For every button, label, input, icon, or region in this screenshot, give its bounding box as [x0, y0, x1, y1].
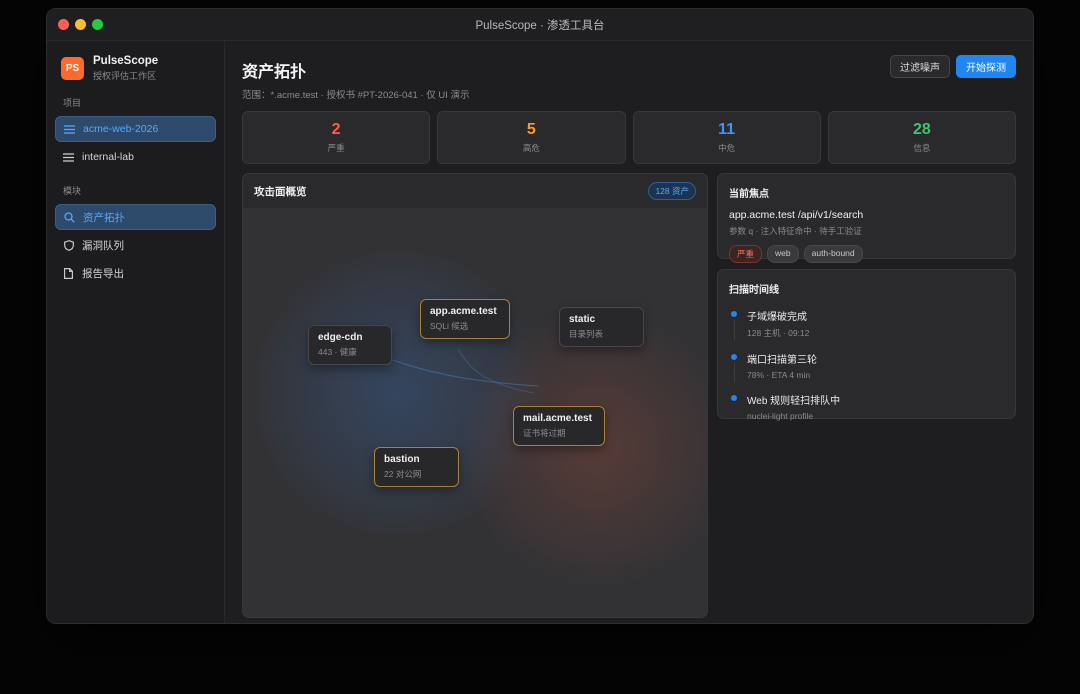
- stat-critical[interactable]: 2 严重: [242, 111, 431, 164]
- stat-high[interactable]: 5 高危: [437, 111, 626, 164]
- node-name: bastion: [384, 454, 420, 465]
- timeline-dot-icon: [731, 395, 737, 401]
- severity-stats: 2 严重 5 高危 11 中危 28 信息: [242, 111, 1016, 164]
- stat-label: 高危: [522, 143, 540, 153]
- app-window: PulseScope · 渗透工具台 PS PulseScope 授权评估工作区…: [46, 8, 1034, 624]
- sidebar-item-vuln-queue[interactable]: 漏洞队列: [55, 232, 216, 258]
- start-probe-button[interactable]: 开始探测: [956, 55, 1016, 78]
- node-status: 22 对公网: [384, 469, 422, 479]
- panel-header: 攻击面概览 128 资产: [243, 174, 707, 208]
- attack-surface-panel: 攻击面概览 128 资产 edge-cdn 443 · 健康 app.acme.…: [242, 173, 708, 618]
- timeline-connector: [733, 320, 735, 340]
- window-title: PulseScope · 渗透工具台: [475, 19, 605, 32]
- projects-section-label: 项目: [63, 98, 82, 108]
- modules-section-label: 模块: [63, 186, 82, 196]
- close-window-button[interactable]: [58, 19, 69, 30]
- stat-value: 5: [526, 121, 536, 138]
- tag-critical[interactable]: 严重: [729, 245, 763, 263]
- timeline-item: Web 规则轻扫排队中 nuclei-light profile: [729, 392, 1004, 421]
- timeline-item-title: Web 规则轻扫排队中: [747, 396, 841, 407]
- tag-web[interactable]: web: [767, 245, 799, 263]
- focus-target[interactable]: app.acme.test /api/v1/search: [729, 209, 1004, 221]
- topology-links: [392, 347, 539, 394]
- stat-label: 信息: [913, 143, 931, 153]
- sidebar: PS PulseScope 授权评估工作区 项目 acme-web-2026 i…: [47, 41, 225, 623]
- timeline-item: 子域爆破完成 128 主机 · 09:12: [729, 308, 1004, 340]
- scan-timeline-panel: 扫描时间线 子域爆破完成 128 主机 · 09:12 端口扫描第三轮 78% …: [717, 269, 1016, 421]
- node-edge-cdn[interactable]: edge-cdn 443 · 健康: [308, 325, 392, 365]
- current-focus-panel: 当前焦点 app.acme.test /api/v1/search 参数 q ·…: [717, 173, 1016, 263]
- search-icon: [64, 211, 75, 223]
- brand-logo: PS: [61, 57, 84, 80]
- list-icon: [64, 124, 75, 135]
- panel-title: 攻击面概览: [254, 185, 307, 198]
- brand-subtitle: 授权评估工作区: [93, 71, 157, 81]
- stat-label: 中危: [718, 143, 736, 153]
- node-status: 目录列表: [569, 329, 604, 339]
- list-icon: [63, 152, 74, 163]
- node-bastion[interactable]: bastion 22 对公网: [374, 447, 459, 487]
- sidebar-item-label: 报告导出: [82, 267, 124, 280]
- panel-title: 当前焦点: [729, 189, 769, 200]
- stat-label: 严重: [327, 143, 345, 153]
- topology-canvas[interactable]: edge-cdn 443 · 健康 app.acme.test SQLi 候选 …: [243, 208, 707, 617]
- brand: PS PulseScope 授权评估工作区: [61, 55, 216, 82]
- sidebar-item-label: acme-web-2026: [83, 123, 159, 135]
- timeline-item: 端口扫描第三轮 78% · ETA 4 min: [729, 351, 1004, 383]
- focus-description: 参数 q · 注入特征命中 · 待手工验证: [729, 226, 862, 236]
- sidebar-item-acme-web-2026[interactable]: acme-web-2026: [55, 116, 216, 142]
- node-name: mail.acme.test: [523, 413, 592, 424]
- focus-tags: 严重 web auth-bound: [729, 245, 1004, 263]
- sidebar-item-label: 漏洞队列: [82, 239, 124, 252]
- brand-name: PulseScope: [93, 55, 159, 67]
- node-static[interactable]: static 目录列表: [559, 307, 644, 347]
- scope-text: 范围：*.acme.test · 授权书 #PT-2026-041 · 仅 UI…: [242, 90, 470, 101]
- timeline-dot-icon: [731, 354, 737, 360]
- zoom-window-button[interactable]: [92, 19, 103, 30]
- main-content: 资产拓扑 范围：*.acme.test · 授权书 #PT-2026-041 ·…: [225, 41, 1033, 623]
- timeline-item-detail: nuclei-light profile: [747, 411, 814, 421]
- node-status: SQLi 候选: [430, 321, 469, 331]
- stat-info[interactable]: 28 信息: [827, 111, 1016, 164]
- sidebar-item-label: 资产拓扑: [83, 211, 125, 224]
- minimize-window-button[interactable]: [75, 19, 86, 30]
- node-app-acme-test[interactable]: app.acme.test SQLi 候选: [420, 299, 510, 339]
- titlebar: PulseScope · 渗透工具台: [47, 9, 1033, 41]
- timeline-connector: [733, 363, 735, 383]
- stat-value: 2: [331, 121, 341, 138]
- sidebar-item-internal-lab[interactable]: internal-lab: [55, 144, 216, 170]
- timeline-item-detail: 128 主机 · 09:12: [747, 328, 810, 338]
- document-icon: [63, 267, 74, 279]
- timeline-item-title: 子域爆破完成: [747, 312, 807, 323]
- node-name: static: [569, 314, 596, 325]
- node-mail-acme-test[interactable]: mail.acme.test 证书将过期: [513, 406, 605, 446]
- node-name: app.acme.test: [430, 306, 497, 317]
- window-controls: [58, 19, 103, 30]
- tag-auth-bound[interactable]: auth-bound: [803, 245, 863, 263]
- node-name: edge-cdn: [318, 332, 363, 343]
- header-actions: 过滤噪声 开始探测: [890, 55, 1016, 78]
- node-status: 证书将过期: [523, 428, 566, 438]
- timeline-item-title: 端口扫描第三轮: [747, 355, 817, 366]
- timeline-dot-icon: [731, 311, 737, 317]
- asset-count-badge: 128 资产: [648, 182, 696, 200]
- sidebar-item-label: internal-lab: [82, 151, 134, 163]
- shield-icon: [63, 239, 74, 251]
- filter-noise-button[interactable]: 过滤噪声: [890, 55, 950, 78]
- sidebar-item-report-export[interactable]: 报告导出: [55, 260, 216, 286]
- node-status: 443 · 健康: [318, 347, 357, 357]
- panel-title: 扫描时间线: [729, 285, 779, 296]
- stat-value: 11: [718, 121, 736, 138]
- sidebar-item-asset-topology[interactable]: 资产拓扑: [55, 204, 216, 230]
- timeline-item-detail: 78% · ETA 4 min: [747, 370, 811, 380]
- stat-medium[interactable]: 11 中危: [632, 111, 821, 164]
- stat-value: 28: [912, 121, 931, 138]
